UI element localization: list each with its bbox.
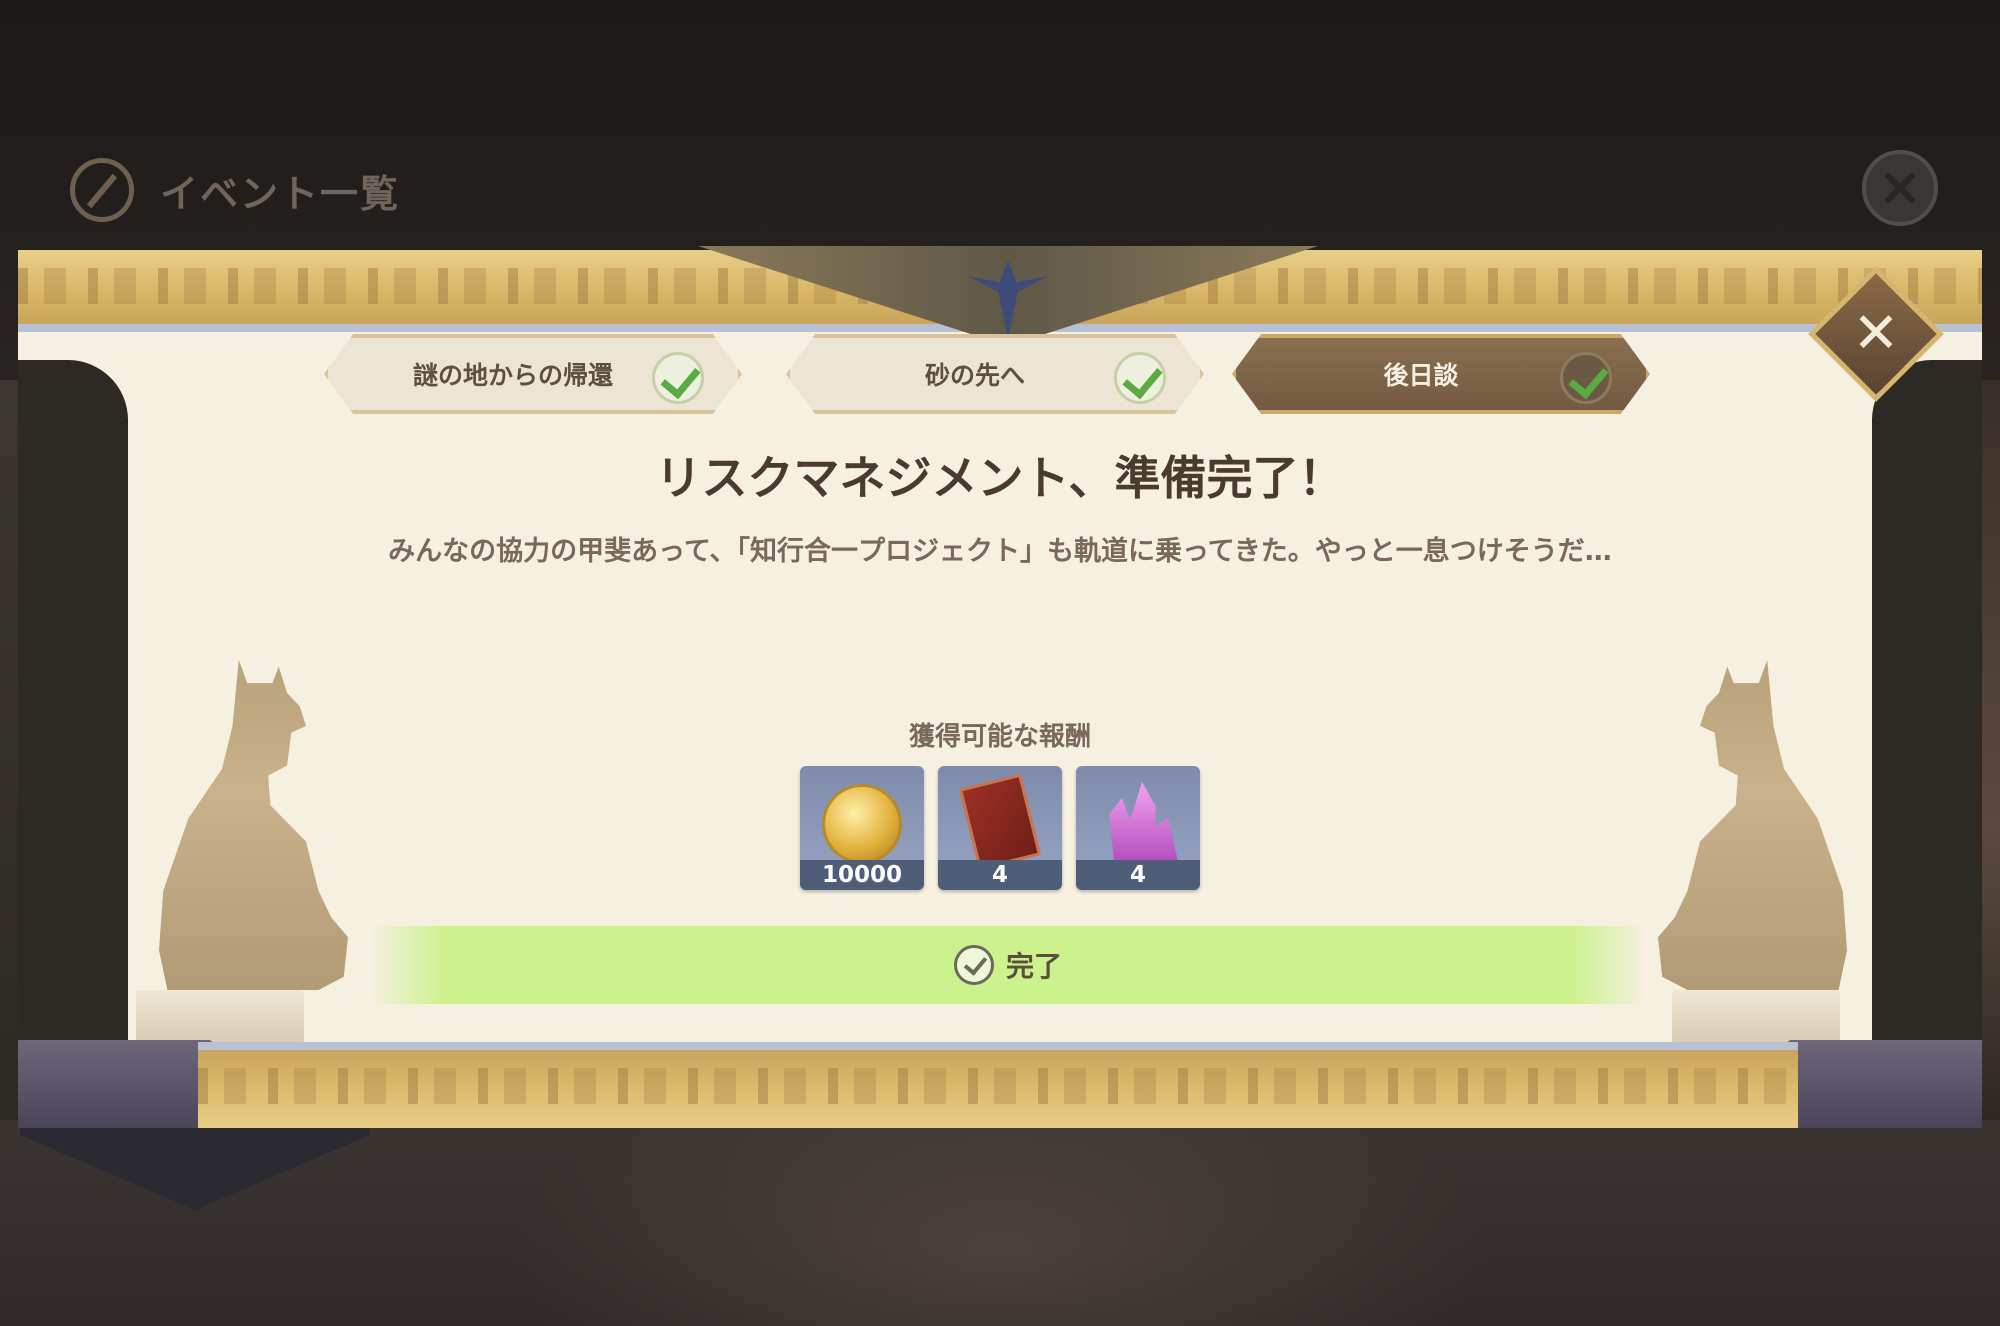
tab-label: 砂の先へ (924, 361, 1025, 390)
quest-description: みんなの協力の甲斐あって、「知行合一プロジェクト」も軌道に乗ってきた。やっと一息… (388, 536, 1612, 567)
quest-title: リスクマネジメント、準備完了！ (655, 451, 1345, 505)
event-dialog: ✕ 謎の地からの帰還 砂の先へ 後日談 リスクマネジメント、準備完了！ みんなの… (18, 246, 1982, 1128)
reward-item-book[interactable]: 4 (938, 766, 1062, 890)
tab-label: 謎の地からの帰還 (412, 361, 613, 390)
event-list-title: イベント一覧 (160, 171, 401, 216)
complete-label: 完了 (1005, 950, 1062, 983)
reward-count: 4 (1076, 860, 1200, 890)
check-icon (1560, 352, 1612, 404)
close-icon[interactable]: ✕ (1828, 286, 1924, 382)
coin-icon (822, 784, 902, 864)
check-icon (1114, 352, 1166, 404)
crystal-icon (1109, 782, 1178, 862)
tab-return-from-mystery[interactable]: 謎の地からの帰還 (324, 334, 742, 414)
check-icon (652, 352, 704, 404)
bottom-frame (198, 1042, 1798, 1128)
tab-epilogue[interactable]: 後日談 (1232, 334, 1650, 414)
background-close-button[interactable]: × (1862, 150, 1938, 226)
pedestal-right (1672, 990, 1840, 1044)
background-header: イベント一覧 (70, 150, 400, 230)
tab-beyond-sand[interactable]: 砂の先へ (786, 334, 1204, 414)
reward-count: 10000 (800, 860, 924, 890)
reward-count: 4 (938, 860, 1062, 890)
compass-icon (70, 158, 134, 222)
check-circle-icon (953, 945, 994, 985)
complete-status-bar: 完了 (368, 926, 1648, 1004)
reward-item-mora[interactable]: 10000 (800, 766, 924, 890)
hieroglyph-band-bottom (198, 1068, 1798, 1104)
rewards-label: 獲得可能な報酬 (908, 722, 1091, 752)
pedestal-left (136, 990, 304, 1044)
reward-item-crystal[interactable]: 4 (1076, 766, 1200, 890)
book-icon (958, 773, 1042, 871)
tab-label: 後日談 (1383, 361, 1459, 390)
rewards-list: 10000 4 4 (800, 766, 1200, 890)
